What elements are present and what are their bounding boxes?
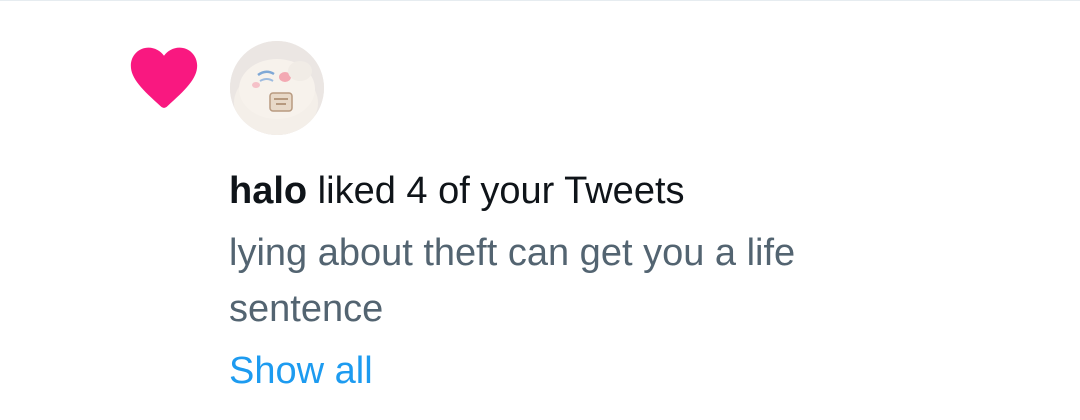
show-all-link[interactable]: Show all xyxy=(229,343,373,399)
tweet-preview-text[interactable]: lying about theft can get you a life sen… xyxy=(229,225,949,337)
notification-headline: halo liked 4 of your Tweets xyxy=(229,165,1029,217)
like-notification[interactable]: halo liked 4 of your Tweets lying about … xyxy=(0,0,1080,420)
user-avatar[interactable] xyxy=(230,41,324,135)
username-link[interactable]: halo xyxy=(229,170,307,212)
action-text: liked 4 of your Tweets xyxy=(307,170,685,212)
avatar-image xyxy=(230,41,324,135)
heart-icon xyxy=(130,47,198,108)
notification-content: halo liked 4 of your Tweets lying about … xyxy=(229,165,1029,399)
